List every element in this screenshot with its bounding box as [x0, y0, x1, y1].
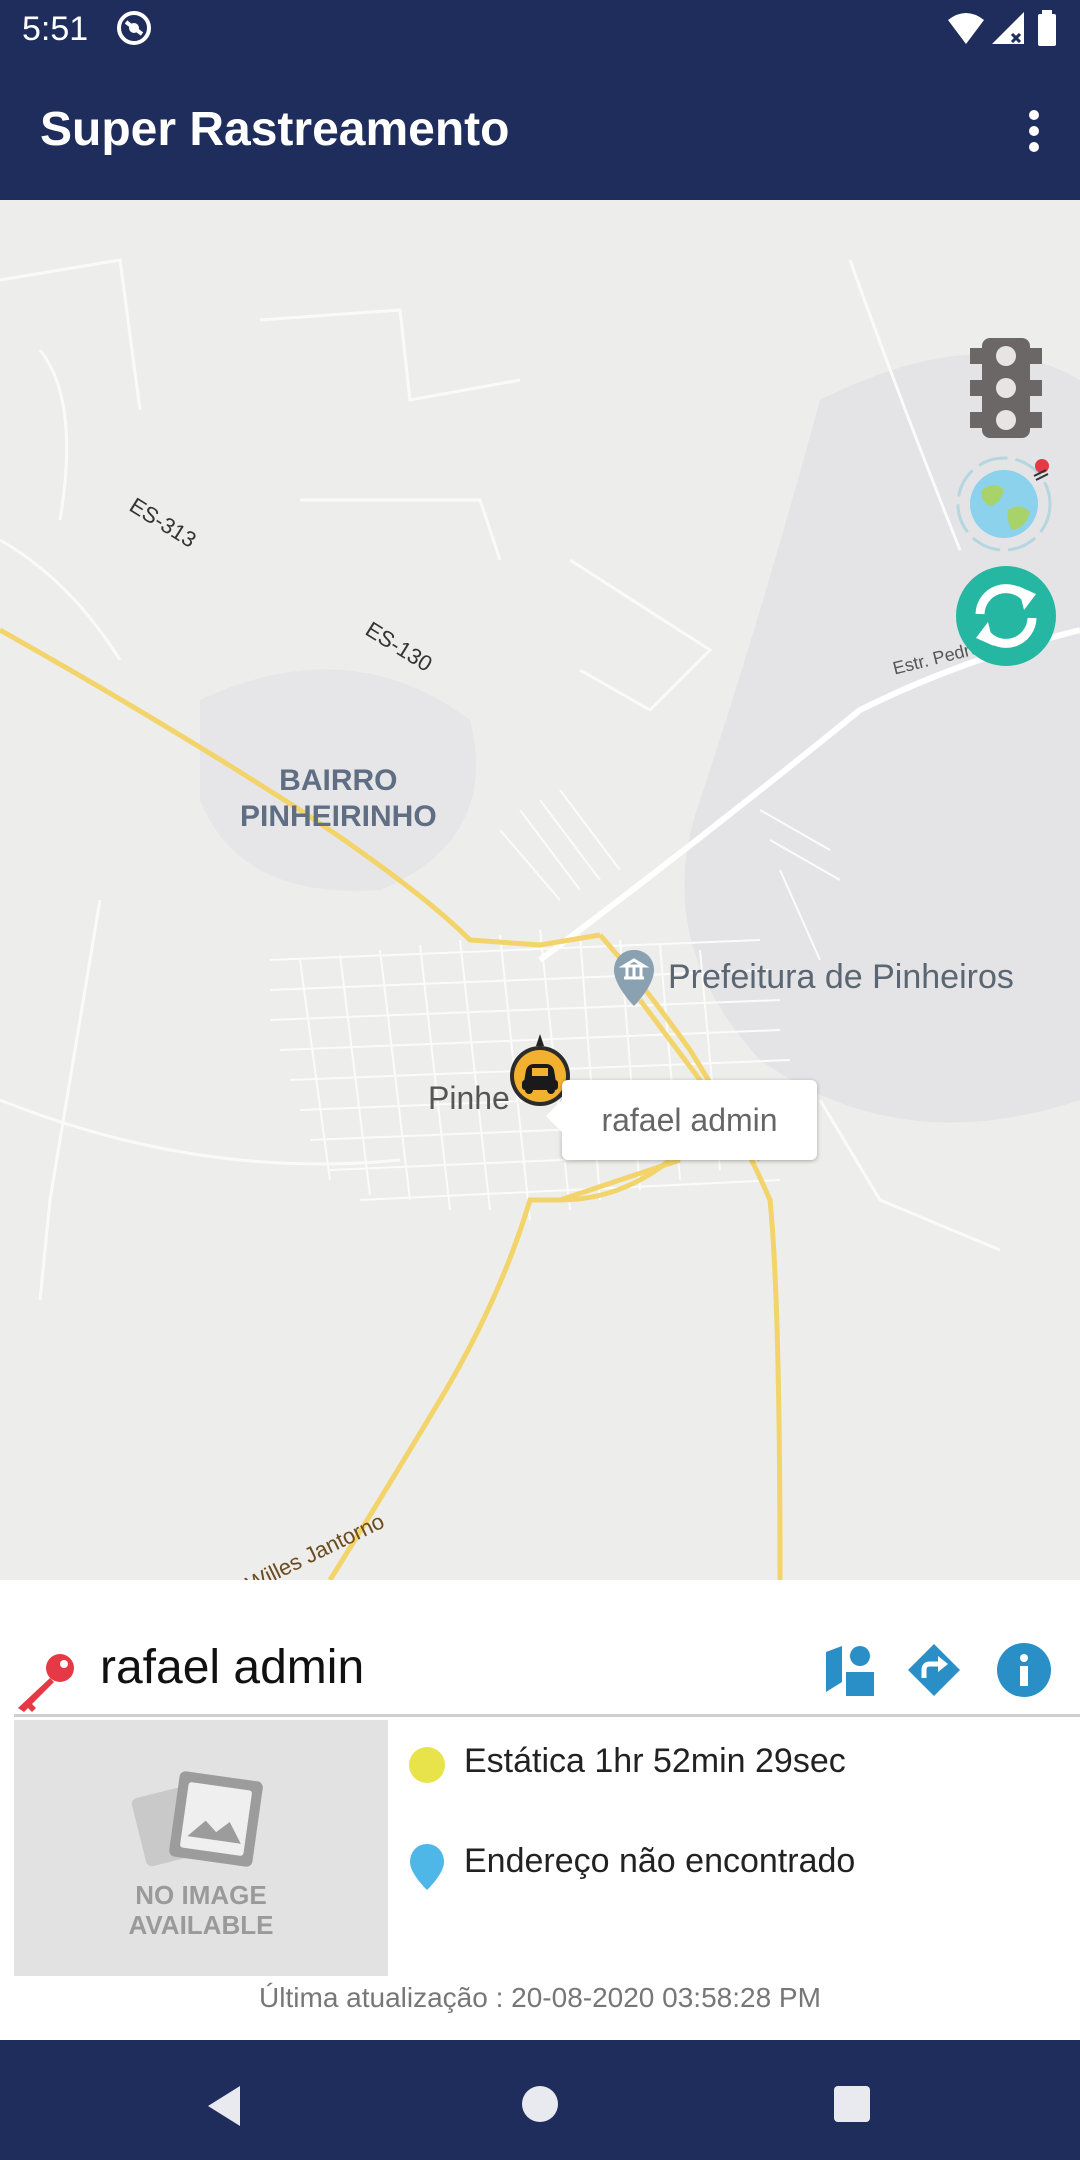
- panel-divider: [14, 1714, 1080, 1717]
- vehicle-photo-placeholder: NO IMAGE AVAILABLE: [14, 1720, 388, 1976]
- location-pin-icon: [408, 1842, 446, 1901]
- city-label: Pinhe: [428, 1080, 510, 1116]
- landmark-label: Prefeitura de Pinheiros: [668, 958, 1014, 996]
- neighborhood-label: BAIRRO PINHEIRINHO: [240, 764, 437, 833]
- sync-status-icon: [114, 8, 154, 53]
- system-nav-bar: [0, 2040, 1080, 2160]
- app-bar: Super Rastreamento: [0, 60, 1080, 200]
- recents-icon[interactable]: [832, 2084, 872, 2129]
- no-image-text: NO IMAGE AVAILABLE: [128, 1880, 274, 1940]
- home-icon[interactable]: [520, 2084, 560, 2129]
- vehicle-info-panel: rafael admin NO IMAGE AVAILABLE Estática…: [0, 1580, 1080, 2040]
- app-title: Super Rastreamento: [40, 103, 510, 156]
- wifi-icon: [946, 8, 986, 53]
- back-icon[interactable]: [204, 2084, 244, 2133]
- signal-icon: [990, 8, 1026, 53]
- directions-icon[interactable]: [906, 1642, 962, 1703]
- status-text: Estática 1hr 52min 29sec: [464, 1742, 846, 1780]
- map-view[interactable]: ES-313 ES-130 Estr. Pedro Willes Jantorn…: [0, 200, 1080, 1580]
- geofence-icon[interactable]: [822, 1642, 878, 1703]
- last-update-text: Última atualização : 20-08-2020 03:58:28…: [259, 1982, 821, 2013]
- status-bar: 5:51: [0, 0, 1080, 60]
- address-text: Endereço não encontrado: [464, 1842, 856, 1880]
- battery-icon: [1038, 8, 1062, 53]
- status-dot-icon: [408, 1746, 446, 1793]
- marker-info-window[interactable]: rafael admin: [546, 1080, 817, 1160]
- vehicle-name: rafael admin: [100, 1641, 365, 1694]
- status-time: 5:51: [22, 10, 89, 48]
- info-icon[interactable]: [996, 1642, 1052, 1703]
- overflow-menu-icon[interactable]: [1024, 104, 1044, 164]
- map-canvas: [0, 258, 1080, 1580]
- key-icon: [14, 1650, 78, 1719]
